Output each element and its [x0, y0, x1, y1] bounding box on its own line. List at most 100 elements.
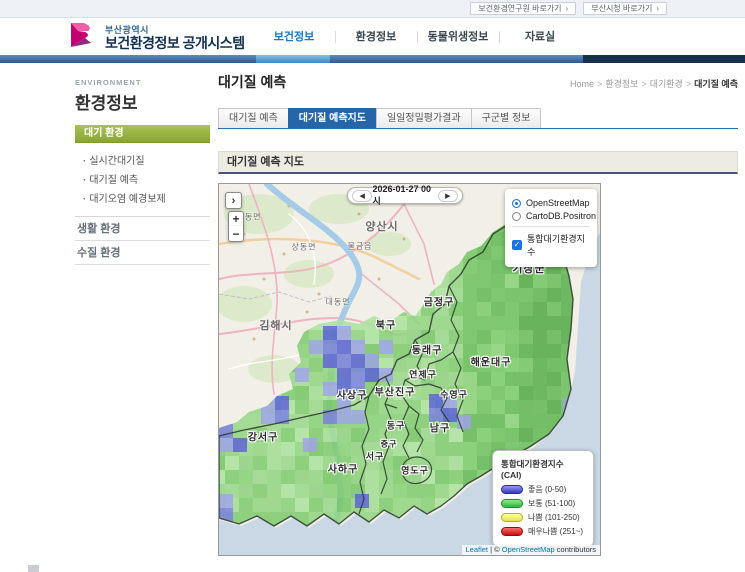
sidebar-group-0[interactable]: 생활 환경 [75, 217, 210, 241]
aqi-cell [435, 470, 449, 484]
attribution-separator: | © [488, 545, 502, 554]
nav-item-2[interactable]: 동물위생정보 [417, 30, 499, 44]
aqi-cell [547, 316, 561, 330]
layer-control-panel: OpenStreetMap CartoDB.Positron ✓ 통합대기환경지수 [505, 189, 597, 267]
page: 보건환경연구원 바로가기 › 부산시청 바로가기 › 부산광역시 보건환경정보 공개시… [0, 0, 745, 572]
aqi-cell [393, 316, 407, 330]
aqi-cell [239, 484, 253, 498]
basemap-option-0[interactable]: OpenStreetMap [512, 198, 590, 208]
leaflet-link[interactable]: Leaflet [466, 545, 489, 554]
aqi-cell [547, 358, 561, 372]
aqi-cell-good [295, 368, 309, 382]
sidebar-group-air[interactable]: 대기 환경 [75, 125, 210, 143]
topbar-link[interactable]: 보건환경연구원 바로가기 › [470, 2, 577, 15]
aqi-cell [337, 428, 351, 442]
overlay-toggle[interactable]: ✓ 통합대기환경지수 [512, 232, 590, 258]
aqi-cell [393, 484, 407, 498]
sidebar-item-0[interactable]: 실시간대기질 [79, 150, 210, 169]
legend-item: 매우나쁨 (251~) [501, 526, 585, 537]
zoom-in-button[interactable]: + [228, 211, 244, 227]
aqi-cell [519, 274, 533, 288]
topbar-links: 보건환경연구원 바로가기 › 부산시청 바로가기 › [470, 2, 667, 15]
air-quality-map[interactable]: 양산시 원동면 물금읍 상동면 대동면 김해시 기장군 금정구 북구 동래구 해운대구 연제구 부산진구… [218, 183, 601, 556]
aqi-cell-good [303, 438, 317, 452]
topbar-link[interactable]: 부산시청 바로가기 › [583, 2, 667, 15]
aqi-cell [267, 442, 281, 456]
aqi-cell-good [275, 396, 289, 410]
aqi-cell [463, 316, 477, 330]
aqi-cell [365, 442, 379, 456]
nav-bar-dark-segment [583, 55, 745, 63]
aqi-cell [505, 372, 519, 386]
breadcrumb-item[interactable]: 대기환경 [650, 79, 683, 89]
aqi-cell [519, 372, 533, 386]
breadcrumb-item[interactable]: 환경정보 [605, 79, 638, 89]
sidebar-item-1[interactable]: 대기질 예측 [79, 169, 210, 188]
aqi-cell [267, 456, 281, 470]
aqi-cell [477, 414, 491, 428]
nav-item-0[interactable]: 보건정보 [253, 30, 335, 44]
aqi-cell [505, 288, 519, 302]
aqi-cell [463, 302, 477, 316]
aqi-cell [393, 428, 407, 442]
aqi-cell [519, 358, 533, 372]
nav-item-3[interactable]: 자료실 [499, 30, 581, 44]
aqi-cell [477, 330, 491, 344]
aqi-cell [379, 498, 393, 512]
sidebar-item-2[interactable]: 대기오염 예경보제 [79, 188, 210, 207]
aqi-cell [477, 442, 491, 456]
aqi-cell [421, 344, 435, 358]
aqi-cell [267, 484, 281, 498]
nav-item-1[interactable]: 환경정보 [335, 30, 417, 44]
legend-item: 나쁨 (101-250) [501, 512, 585, 523]
legend-item-label: 보통 (51-100) [528, 499, 576, 508]
aqi-cell [505, 302, 519, 316]
aqi-cell [463, 386, 477, 400]
basemap-option-1[interactable]: CartoDB.Positron [512, 211, 596, 221]
aqi-cell [435, 372, 449, 386]
aqi-cell-good [323, 340, 337, 354]
tab-1[interactable]: 대기질 예측지도 [287, 108, 377, 128]
aqi-cell [449, 442, 463, 456]
aqi-cell [407, 484, 421, 498]
aqi-cell-good [337, 340, 351, 354]
aqi-cell [533, 302, 547, 316]
tab-0[interactable]: 대기질 예측 [218, 108, 289, 128]
aqi-cell [449, 470, 463, 484]
legend-color-pill [501, 513, 523, 522]
aqi-cell [309, 400, 323, 414]
tab-2[interactable]: 일일정밀평가결과 [375, 108, 472, 128]
section-title: 대기질 예측 지도 [227, 156, 304, 168]
aqi-cell [219, 456, 225, 470]
next-time-button[interactable]: ▶ [437, 189, 458, 202]
legend-item: 좋음 (0-50) [501, 484, 585, 495]
aqi-cell [309, 358, 323, 372]
site-logo[interactable]: 부산광역시 보건환경정보 공개시스템 [68, 22, 245, 54]
top-utility-bar: 보건환경연구원 바로가기 › 부산시청 바로가기 › [0, 0, 745, 18]
tab-3[interactable]: 구군별 정보 [470, 108, 542, 128]
aqi-cell [463, 288, 477, 302]
aqi-cell [253, 484, 267, 498]
aqi-cell [351, 456, 365, 470]
openstreetmap-link[interactable]: OpenStreetMap [502, 545, 555, 554]
main-nav: 보건정보 환경정보 동물위생정보 자료실 [253, 30, 581, 44]
aqi-cell-good [337, 354, 351, 368]
aqi-cell [267, 470, 281, 484]
aqi-cell [491, 260, 505, 274]
forecast-datetime: 2026-01-27 00시 [372, 184, 432, 206]
aqi-cell [491, 330, 505, 344]
sidebar-group-1[interactable]: 수질 환경 [75, 241, 210, 265]
prev-time-button[interactable]: ◀ [352, 189, 373, 202]
expand-panel-button[interactable]: › [225, 192, 242, 209]
aqi-cell [421, 316, 435, 330]
aqi-cell [267, 428, 281, 442]
aqi-cell [477, 428, 491, 442]
aqi-cell [365, 470, 379, 484]
basemap-option-label: CartoDB.Positron [526, 211, 597, 221]
breadcrumb-item[interactable]: Home [570, 79, 594, 89]
aqi-cell [491, 246, 505, 260]
aqi-cell [407, 386, 421, 400]
map-attribution: Leaflet | © OpenStreetMap contributors [461, 545, 600, 555]
aqi-cell [491, 414, 505, 428]
zoom-out-button[interactable]: − [228, 226, 244, 242]
